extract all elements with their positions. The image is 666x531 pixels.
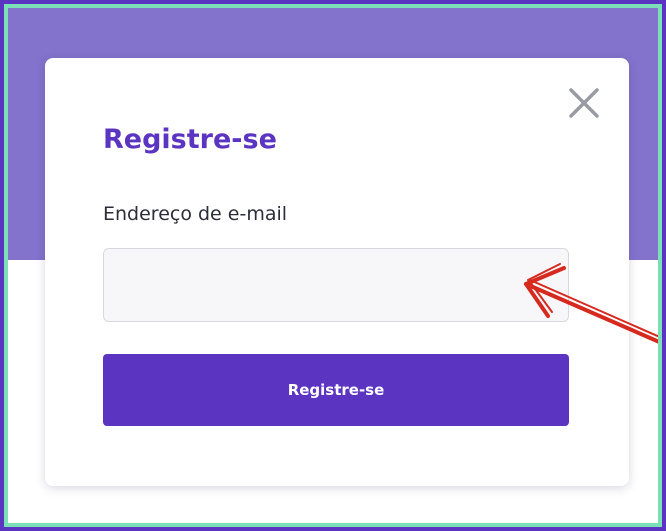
screenshot-frame: Registre-se Endereço de e-mail Registre-… bbox=[0, 0, 666, 531]
email-label: Endereço de e-mail bbox=[103, 203, 288, 225]
page-background: Registre-se Endereço de e-mail Registre-… bbox=[4, 4, 662, 527]
register-modal: Registre-se Endereço de e-mail Registre-… bbox=[45, 58, 629, 486]
close-icon[interactable] bbox=[567, 86, 601, 120]
modal-title: Registre-se bbox=[103, 124, 277, 155]
email-input[interactable] bbox=[103, 248, 569, 322]
register-button[interactable]: Registre-se bbox=[103, 354, 569, 426]
